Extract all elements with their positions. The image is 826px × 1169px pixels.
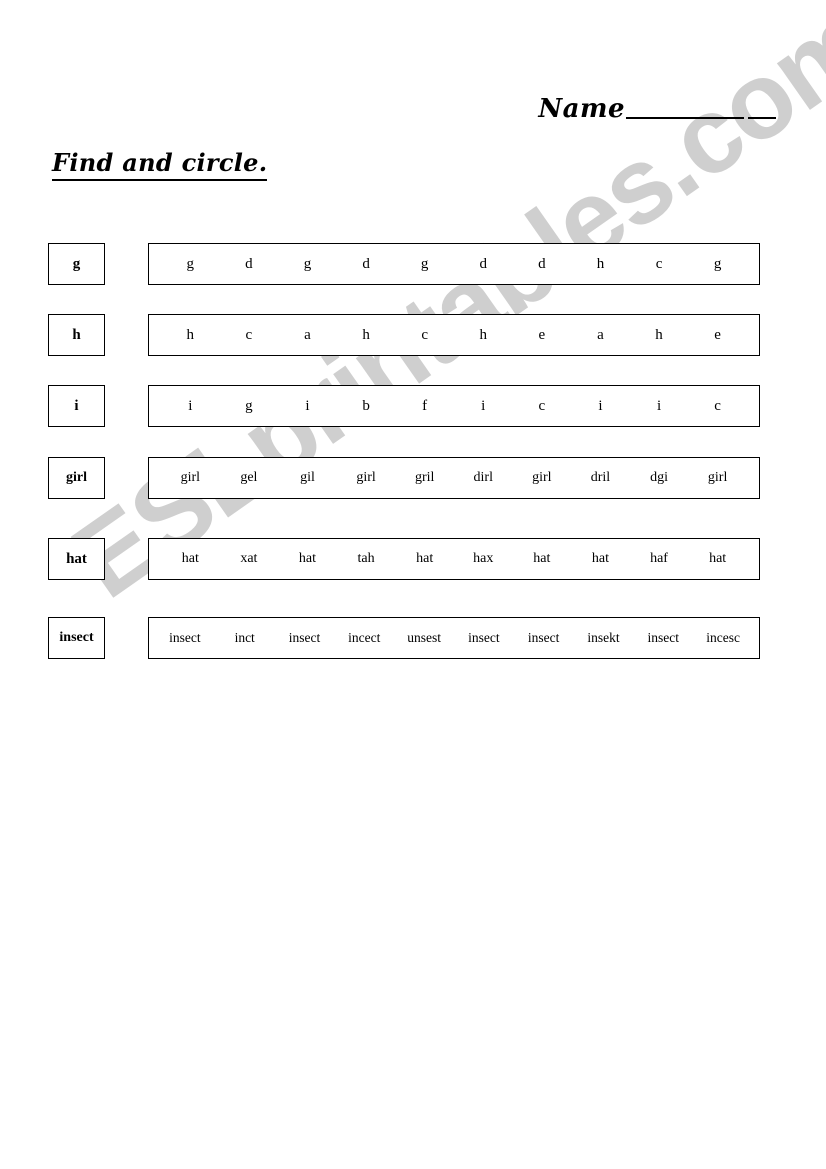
answer-item[interactable]: hat [278, 551, 337, 567]
prompt-box: i [48, 385, 105, 427]
answer-item[interactable]: incect [334, 630, 394, 646]
items-box: insect inct insect incect unsest insect insect… [148, 617, 760, 659]
answer-item[interactable]: hat [395, 551, 454, 567]
prompt-box: h [48, 314, 105, 356]
answer-item[interactable]: b [337, 398, 396, 415]
answer-item[interactable]: girl [513, 470, 572, 486]
answer-item[interactable]: g [395, 256, 454, 273]
answer-item[interactable]: hat [571, 551, 630, 567]
answer-item[interactable]: d [454, 256, 513, 273]
exercise-row: girl girl gel gil girl gril dirl girl dril dgi gir… [48, 457, 760, 499]
name-write-line[interactable] [626, 117, 744, 119]
answer-item[interactable]: h [161, 327, 220, 344]
answer-item[interactable]: c [513, 398, 572, 415]
answer-item[interactable]: a [571, 327, 630, 344]
answer-item[interactable]: inct [215, 630, 275, 646]
answer-item[interactable]: insect [514, 630, 574, 646]
exercise-row: iigibficiic [48, 385, 760, 427]
exercise-row: hat hat xat hat tah hat hax hat hat haf hat [48, 538, 760, 580]
answer-item[interactable]: e [688, 327, 747, 344]
row-gap [105, 314, 148, 356]
answer-item[interactable]: i [278, 398, 337, 415]
exercise-row: hhcahcheahe [48, 314, 760, 356]
items-box: girl gel gil girl gril dirl girl dril dgi girl [148, 457, 760, 499]
answer-item[interactable]: d [220, 256, 279, 273]
prompt-box: insect [48, 617, 105, 659]
answer-item[interactable]: c [220, 327, 279, 344]
name-label: Name [538, 94, 625, 124]
answer-item[interactable]: h [630, 327, 689, 344]
answer-item[interactable]: insekt [574, 630, 634, 646]
answer-item[interactable]: d [337, 256, 396, 273]
answer-item[interactable]: gril [395, 470, 454, 486]
answer-item[interactable]: a [278, 327, 337, 344]
answer-item[interactable]: haf [630, 551, 689, 567]
answer-item[interactable]: i [454, 398, 513, 415]
prompt-box: g [48, 243, 105, 285]
answer-item[interactable]: xat [220, 551, 279, 567]
answer-item[interactable]: gel [220, 470, 279, 486]
items-box: igibficiic [148, 385, 760, 427]
items-box: hcahcheahe [148, 314, 760, 356]
answer-item[interactable]: incesc [693, 630, 753, 646]
answer-item[interactable]: insect [454, 630, 514, 646]
exercise-row: ggdgdgddhcg [48, 243, 760, 285]
answer-item[interactable]: h [454, 327, 513, 344]
answer-item[interactable]: girl [337, 470, 396, 486]
answer-item[interactable]: g [161, 256, 220, 273]
row-gap [105, 617, 148, 659]
row-gap [105, 457, 148, 499]
answer-item[interactable]: dirl [454, 470, 513, 486]
prompt-box: hat [48, 538, 105, 580]
page-title: Find and circle. [52, 148, 268, 181]
answer-item[interactable]: hat [688, 551, 747, 567]
answer-item[interactable]: hat [161, 551, 220, 567]
answer-item[interactable]: g [220, 398, 279, 415]
answer-item[interactable]: i [161, 398, 220, 415]
items-box: hat xat hat tah hat hax hat hat haf hat [148, 538, 760, 580]
answer-item[interactable]: insect [275, 630, 335, 646]
answer-item[interactable]: unsest [394, 630, 454, 646]
answer-item[interactable]: dgi [630, 470, 689, 486]
answer-item[interactable]: dril [571, 470, 630, 486]
exercise-row: insect insect inct insect incect unsest insect… [48, 617, 760, 659]
prompt-box: girl [48, 457, 105, 499]
answer-item[interactable]: insect [155, 630, 215, 646]
items-box: gdgdgddhcg [148, 243, 760, 285]
answer-item[interactable]: h [337, 327, 396, 344]
name-write-line-extra[interactable] [748, 117, 776, 119]
answer-item[interactable]: g [278, 256, 337, 273]
answer-item[interactable]: gil [278, 470, 337, 486]
answer-item[interactable]: i [571, 398, 630, 415]
answer-item[interactable]: hax [454, 551, 513, 567]
answer-item[interactable]: c [630, 256, 689, 273]
answer-item[interactable]: girl [688, 470, 747, 486]
answer-item[interactable]: c [395, 327, 454, 344]
answer-item[interactable]: f [395, 398, 454, 415]
worksheet-page: ESLprintables.com Name Find and circle. … [0, 0, 826, 1169]
row-gap [105, 385, 148, 427]
answer-item[interactable]: d [513, 256, 572, 273]
answer-item[interactable]: insect [633, 630, 693, 646]
row-gap [105, 243, 148, 285]
answer-item[interactable]: tah [337, 551, 396, 567]
answer-item[interactable]: girl [161, 470, 220, 486]
answer-item[interactable]: hat [513, 551, 572, 567]
name-field-block: Name [538, 96, 776, 122]
row-gap [105, 538, 148, 580]
answer-item[interactable]: c [688, 398, 747, 415]
answer-item[interactable]: i [630, 398, 689, 415]
answer-item[interactable]: e [513, 327, 572, 344]
answer-item[interactable]: h [571, 256, 630, 273]
answer-item[interactable]: g [688, 256, 747, 273]
